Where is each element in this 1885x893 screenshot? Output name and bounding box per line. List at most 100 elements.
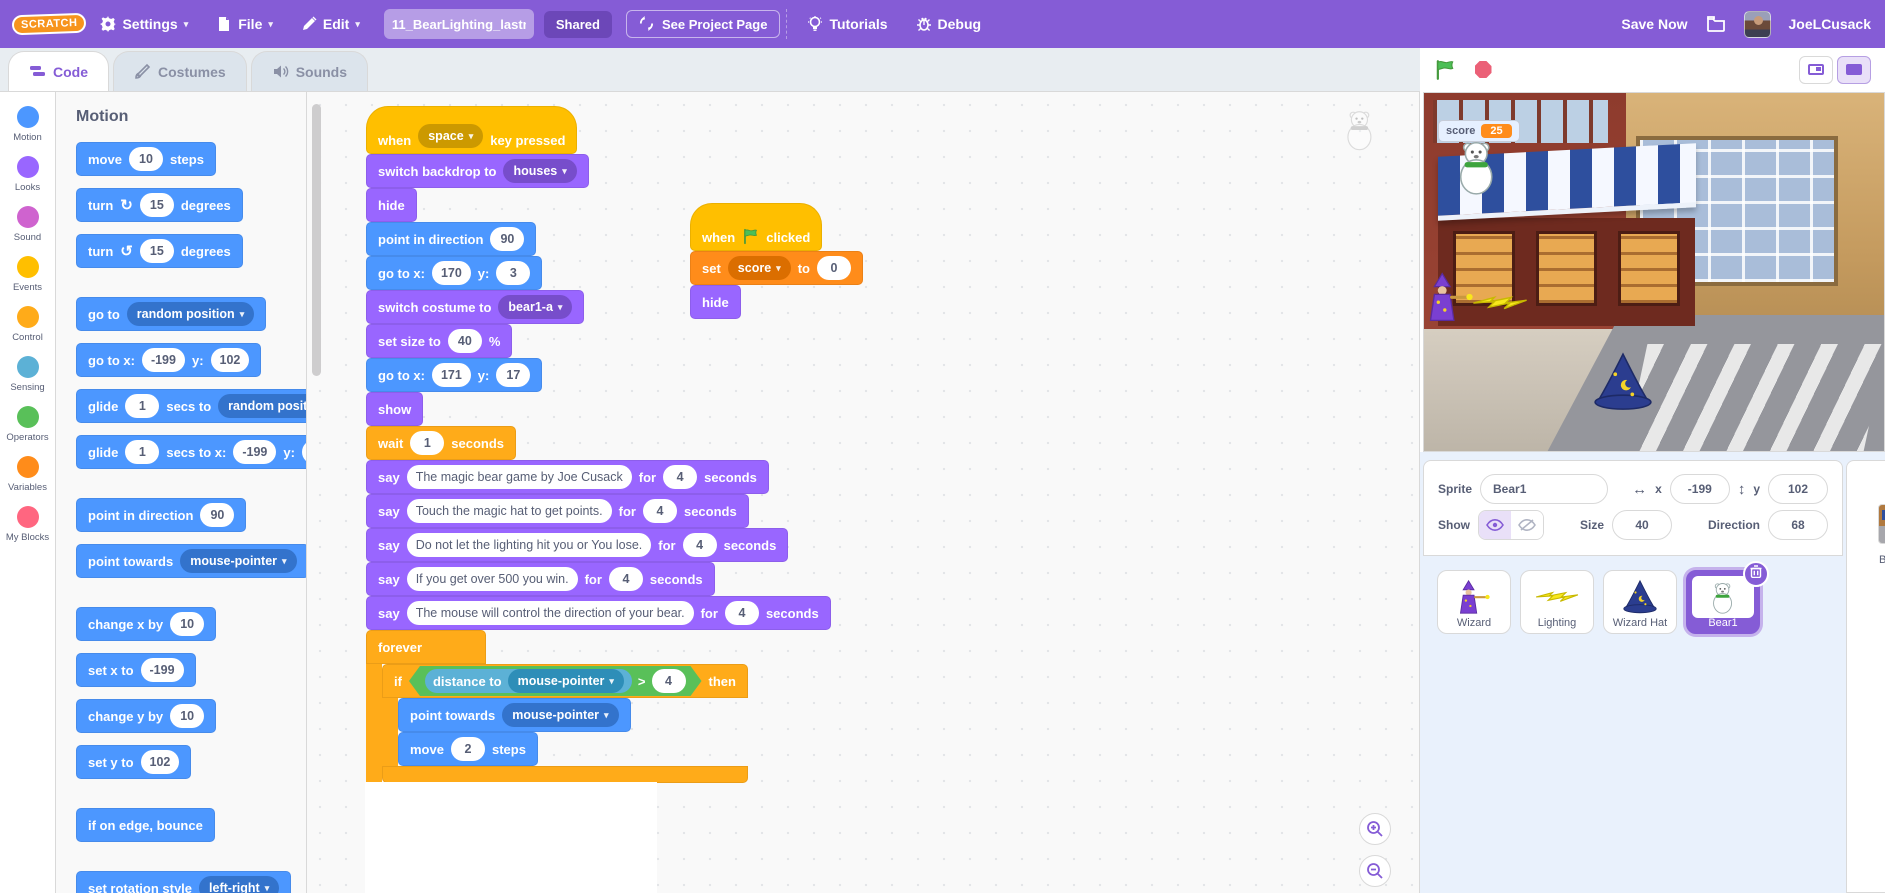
value-input[interactable]: 3 xyxy=(496,261,530,285)
value-input[interactable]: 1 xyxy=(410,431,444,455)
debug-menu[interactable]: Debug xyxy=(902,0,996,48)
hide-sprite-button[interactable] xyxy=(1511,511,1543,539)
c-block[interactable]: ifdistance tomouse-pointer▾>4thenpoint t… xyxy=(382,664,748,783)
dropdown-field[interactable]: mouse-pointer▾ xyxy=(508,669,624,693)
script-block[interactable]: glide1secs torandom position▾ xyxy=(76,389,307,423)
dropdown-field[interactable]: mouse-pointer▾ xyxy=(180,549,296,573)
script-block[interactable]: glide1secs to x:-199y:102 xyxy=(76,435,307,469)
script-block[interactable]: move2steps xyxy=(398,732,538,766)
category-my-blocks[interactable]: My Blocks xyxy=(0,506,55,543)
dropdown-field[interactable]: mouse-pointer▾ xyxy=(502,703,618,727)
value-input[interactable]: 4 xyxy=(652,669,686,693)
script-block[interactable]: ifdistance tomouse-pointer▾>4then xyxy=(382,664,748,698)
dropdown-field[interactable]: houses▾ xyxy=(503,159,576,183)
script-block[interactable]: if on edge, bounce xyxy=(76,808,215,842)
value-input[interactable]: 171 xyxy=(432,363,471,387)
value-input[interactable]: 102 xyxy=(211,348,250,372)
value-input[interactable]: 15 xyxy=(140,193,174,217)
script-block[interactable]: move10steps xyxy=(76,142,216,176)
value-input[interactable]: -199 xyxy=(233,440,276,464)
palette-block[interactable]: turn↻15degrees xyxy=(76,188,243,222)
text-input[interactable]: The magic bear game by Joe Cusack xyxy=(407,465,632,489)
script-block[interactable]: forever xyxy=(366,630,486,664)
canvas-scrollbar[interactable] xyxy=(312,104,321,376)
sprite-thumbnail-bear1[interactable]: Bear1 xyxy=(1686,570,1760,634)
sprite-thumbnail-wizard[interactable]: Wizard xyxy=(1437,570,1511,634)
value-input[interactable]: -199 xyxy=(142,348,185,372)
settings-menu[interactable]: Settings ▾ xyxy=(86,0,202,48)
stage-sprite-bear1[interactable] xyxy=(1446,135,1508,202)
script-block[interactable]: point in direction90 xyxy=(366,222,536,256)
value-input[interactable]: 170 xyxy=(432,261,471,285)
value-input[interactable]: 4 xyxy=(725,601,759,625)
category-operators[interactable]: Operators xyxy=(0,406,55,443)
script-stack[interactable]: whenclickedsetscore▾to0hide xyxy=(690,203,863,319)
category-motion[interactable]: Motion xyxy=(0,106,55,143)
show-sprite-button[interactable] xyxy=(1479,511,1511,539)
tutorials-menu[interactable]: Tutorials xyxy=(793,0,901,48)
username-menu[interactable]: JoeLCusack xyxy=(1789,16,1871,32)
boolean-condition[interactable]: distance tomouse-pointer▾>4 xyxy=(409,666,702,696)
palette-block[interactable]: set x to-199 xyxy=(76,653,196,687)
script-block[interactable]: setscore▾to0 xyxy=(690,251,863,285)
green-flag-button[interactable] xyxy=(1432,57,1458,83)
stage[interactable]: score 25 xyxy=(1423,92,1885,452)
script-block[interactable]: hide xyxy=(366,188,417,222)
script-block[interactable]: go torandom position▾ xyxy=(76,297,266,331)
sprite-thumbnail-lighting[interactable]: Lighting xyxy=(1520,570,1594,634)
script-block[interactable]: switch backdrop tohouses▾ xyxy=(366,154,589,188)
script-block[interactable]: set size to40% xyxy=(366,324,512,358)
value-input[interactable]: 102 xyxy=(141,750,180,774)
palette-block[interactable]: glide1secs to x:-199y:102 xyxy=(76,435,307,469)
folder-icon[interactable] xyxy=(1706,14,1726,34)
value-input[interactable]: 40 xyxy=(448,329,482,353)
category-looks[interactable]: Looks xyxy=(0,156,55,193)
palette-block[interactable]: point towardsmouse-pointer▾ xyxy=(76,544,307,578)
script-block[interactable]: switch costume tobear1-a▾ xyxy=(366,290,584,324)
script-block[interactable]: hide xyxy=(690,285,741,319)
category-events[interactable]: Events xyxy=(0,256,55,293)
script-block[interactable]: set x to-199 xyxy=(76,653,196,687)
delete-sprite-button[interactable] xyxy=(1743,561,1769,587)
value-input[interactable]: 10 xyxy=(129,147,163,171)
category-sound[interactable]: Sound xyxy=(0,206,55,243)
script-block[interactable]: point towardsmouse-pointer▾ xyxy=(398,698,631,732)
dropdown-field[interactable]: random position▾ xyxy=(218,394,307,418)
score-variable-monitor[interactable]: score 25 xyxy=(1438,120,1520,142)
tab-sounds[interactable]: Sounds xyxy=(251,51,368,91)
stage-sprite-wizard-hat[interactable] xyxy=(1592,351,1654,418)
palette-block[interactable]: move10steps xyxy=(76,142,216,176)
script-block[interactable]: point towardsmouse-pointer▾ xyxy=(76,544,307,578)
script-block[interactable]: go to x:171y:17 xyxy=(366,358,542,392)
value-input[interactable]: 90 xyxy=(200,503,234,527)
project-name-input[interactable] xyxy=(384,9,534,39)
script-block[interactable]: go to x:170y:3 xyxy=(366,256,542,290)
script-block[interactable]: turn↻15degrees xyxy=(76,188,243,222)
value-input[interactable]: 1 xyxy=(125,440,159,464)
dropdown-field[interactable]: left-right▾ xyxy=(199,876,279,893)
see-project-page-button[interactable]: See Project Page xyxy=(626,10,781,38)
file-menu[interactable]: File ▾ xyxy=(202,0,287,48)
value-input[interactable]: 1 xyxy=(125,394,159,418)
palette-block[interactable]: change x by10 xyxy=(76,607,216,641)
script-block[interactable]: change x by10 xyxy=(76,607,216,641)
palette-block[interactable]: glide1secs torandom position▾ xyxy=(76,389,307,423)
palette-block[interactable]: turn↺15degrees xyxy=(76,234,243,268)
palette-block[interactable]: go torandom position▾ xyxy=(76,297,266,331)
value-input[interactable]: 17 xyxy=(496,363,530,387)
palette-block[interactable]: set rotation styleleft-right▾ xyxy=(76,871,291,893)
c-block[interactable]: foreverifdistance tomouse-pointer▾>4then… xyxy=(366,630,748,783)
text-input[interactable]: Touch the magic hat to get points. xyxy=(407,499,612,523)
value-input[interactable]: 90 xyxy=(490,227,524,251)
script-block[interactable]: go to x:-199y:102 xyxy=(76,343,261,377)
y-position-input[interactable]: 102 xyxy=(1768,474,1828,504)
sprite-thumbnail-wizard-hat[interactable]: Wizard Hat xyxy=(1603,570,1677,634)
tab-code[interactable]: Code xyxy=(8,51,109,91)
value-input[interactable]: 0 xyxy=(817,256,851,280)
value-input[interactable]: 10 xyxy=(170,612,204,636)
text-input[interactable]: Do not let the lighting hit you or You l… xyxy=(407,533,652,557)
text-input[interactable]: The mouse will control the direction of … xyxy=(407,601,694,625)
script-block[interactable]: set y to102 xyxy=(76,745,191,779)
script-block[interactable]: show xyxy=(366,392,423,426)
dropdown-field[interactable]: bear1-a▾ xyxy=(498,295,572,319)
